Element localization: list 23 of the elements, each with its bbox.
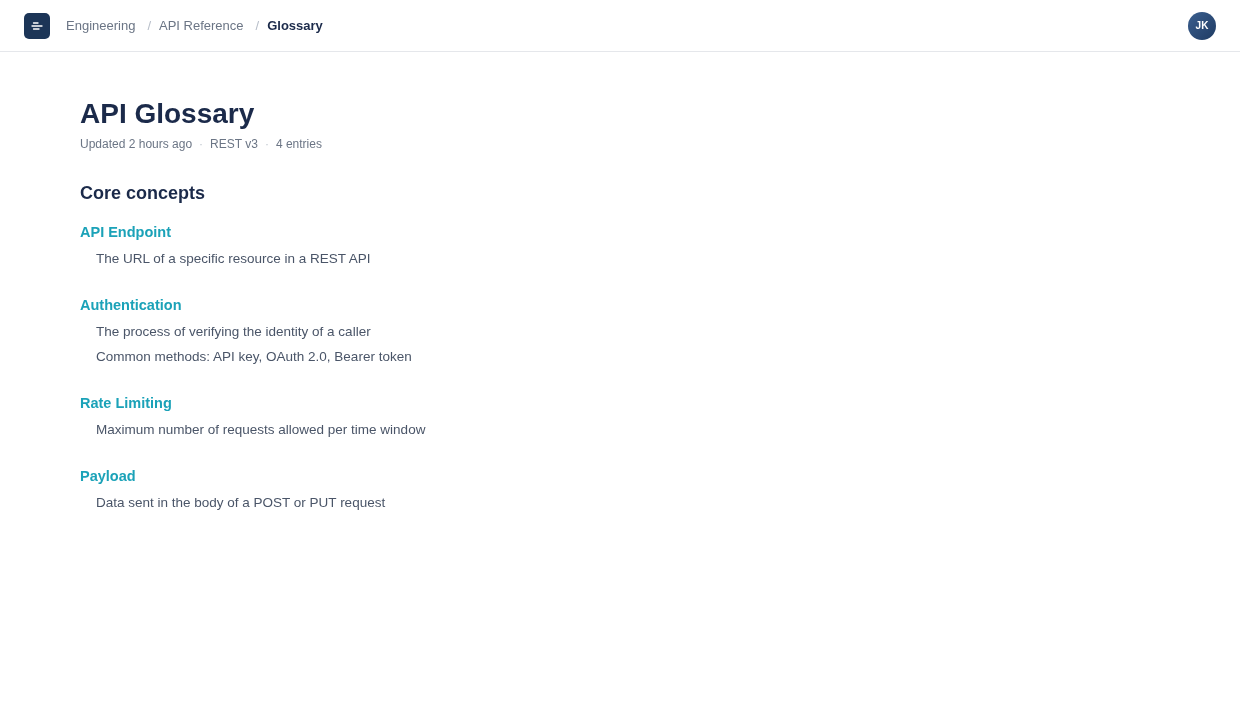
meta-text: 4 entries (275, 136, 322, 153)
term-title: Payload (80, 467, 136, 486)
meta-separator: · (199, 136, 204, 153)
menu-lines-icon[interactable] (24, 12, 50, 39)
section-heading: Core concepts (80, 182, 206, 205)
meta-text: REST v3 (210, 136, 258, 153)
breadcrumb-separator: / (147, 16, 151, 35)
breadcrumb-link[interactable]: API Reference (159, 15, 244, 36)
breadcrumb-link[interactable]: Engineering (66, 15, 136, 36)
term-definition: Data sent in the body of a POST or PUT request (96, 494, 386, 512)
page-title: API Glossary (80, 97, 255, 131)
term-definition: The process of verifying the identity of a caller (96, 323, 371, 341)
term-definition: Maximum number of requests allowed per time window (96, 421, 426, 439)
meta-separator: · (264, 136, 269, 153)
user-avatar[interactable]: JK (1188, 11, 1216, 40)
term-definition: Common methods: API key, OAuth 2.0, Bearer token (96, 348, 412, 366)
term-definition: The URL of a specific resource in a REST API (96, 250, 371, 268)
meta-text: Updated 2 hours ago (80, 136, 193, 153)
term-title: Rate Limiting (80, 394, 172, 413)
breadcrumb-current[interactable]: Glossary (267, 15, 323, 36)
term-title: Authentication (80, 296, 182, 315)
term-title: API Endpoint (80, 223, 171, 242)
breadcrumb-separator: / (255, 16, 260, 35)
